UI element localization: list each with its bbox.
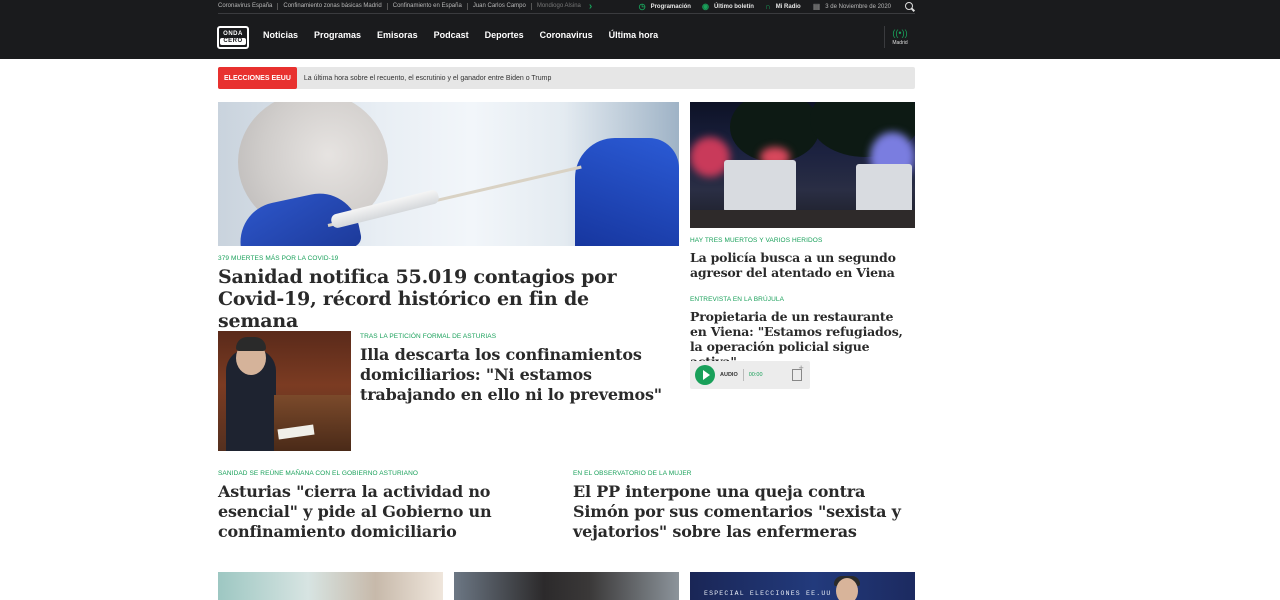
main-article-image[interactable] bbox=[218, 102, 679, 246]
logo-line1: ONDA bbox=[223, 30, 243, 37]
mi-radio-label: Mi Radio bbox=[775, 3, 801, 10]
article-kicker: SANIDAD SE REÚNE MAÑANA CON EL GOBIERNO … bbox=[218, 470, 419, 477]
image-van-shape bbox=[856, 164, 912, 214]
nav-item-noticias[interactable]: Noticias bbox=[263, 30, 298, 40]
main-article-text: 379 MUERTES MÁS POR LA COVID-19 Sanidad … bbox=[218, 255, 679, 332]
article-image[interactable] bbox=[454, 572, 679, 600]
onda-cero-logo[interactable]: ONDA CERO bbox=[217, 26, 249, 49]
audio-label: AUDIO bbox=[720, 372, 738, 378]
nav-item-ultima-hora[interactable]: Última hora bbox=[609, 30, 659, 40]
image-podium-shape bbox=[274, 395, 351, 451]
calendar-icon: ▦ bbox=[812, 2, 821, 11]
play-button[interactable] bbox=[695, 365, 715, 385]
trending-link[interactable]: Confinamiento zonas básicas Madrid bbox=[278, 3, 388, 10]
site-header: Coronavirus España Confinamiento zonas b… bbox=[0, 0, 1280, 59]
article-kicker: EN EL OBSERVATORIO DE LA MUJER bbox=[573, 470, 692, 477]
article-headline[interactable]: Sanidad notifica 55.019 contagios por Co… bbox=[218, 266, 663, 332]
viena2-article-text: ENTREVISTA EN LA BRÚJULA Propietaria de … bbox=[690, 296, 915, 369]
ticker-badge: ELECCIONES EEUU bbox=[218, 67, 297, 89]
trending-link[interactable]: Mondiogo Alsina bbox=[532, 3, 586, 10]
trending-link[interactable]: Coronavirus España bbox=[218, 3, 279, 10]
clock-icon: ◷ bbox=[638, 2, 646, 11]
nav-item-programas[interactable]: Programas bbox=[314, 30, 361, 40]
article-headline[interactable]: Asturias "cierra la actividad no esencia… bbox=[218, 482, 518, 542]
ultimo-boletin-link[interactable]: ◉ Último boletín bbox=[702, 2, 754, 11]
top-bar: Coronavirus España Confinamiento zonas b… bbox=[218, 0, 915, 14]
logo-line2: CERO bbox=[220, 37, 246, 45]
elecciones-special-image[interactable]: ESPECIAL ELECCIONES EE.UU bbox=[690, 572, 915, 600]
article-headline[interactable]: El PP interpone una queja contra Simón p… bbox=[573, 482, 915, 542]
article-image[interactable] bbox=[218, 572, 443, 600]
article-kicker: ENTREVISTA EN LA BRÚJULA bbox=[690, 296, 785, 303]
divider bbox=[742, 369, 744, 381]
programacion-label: Programación bbox=[650, 3, 691, 10]
date-label: 3 de Noviembre de 2020 bbox=[825, 3, 891, 10]
trending-link[interactable]: Juan Carlos Campo bbox=[468, 3, 532, 10]
image-van-shape bbox=[724, 160, 796, 212]
audio-time: 00:00 bbox=[748, 372, 763, 378]
live-radio-button[interactable]: ((•)) Madrid bbox=[884, 26, 915, 48]
image-road-shape bbox=[690, 210, 915, 228]
nav-item-coronavirus[interactable]: Coronavirus bbox=[540, 30, 593, 40]
image-glove-shape bbox=[575, 138, 679, 246]
main-nav: Noticias Programas Emisoras Podcast Depo… bbox=[263, 30, 674, 40]
article-headline[interactable]: Illa descarta los confinamientos domicil… bbox=[360, 345, 675, 405]
radio-station-label: Madrid bbox=[892, 40, 908, 46]
chevron-right-icon[interactable]: › bbox=[589, 1, 592, 12]
broadcast-icon: ((•)) bbox=[892, 28, 908, 38]
article-kicker: TRAS LA PETICIÓN FORMAL DE ASTURIAS bbox=[360, 333, 497, 340]
add-to-playlist-icon[interactable] bbox=[791, 364, 804, 381]
audio-player: AUDIO 00:00 bbox=[690, 361, 810, 389]
programacion-link[interactable]: ◷ Programación bbox=[639, 2, 691, 11]
viena1-article-text: HAY TRES MUERTOS Y VARIOS HERIDOS La pol… bbox=[690, 237, 915, 280]
article-kicker: HAY TRES MUERTOS Y VARIOS HERIDOS bbox=[690, 237, 823, 244]
trending-link[interactable]: Confinamiento en España bbox=[388, 3, 468, 10]
pp-article-text: EN EL OBSERVATORIO DE LA MUJER El PP int… bbox=[573, 470, 915, 542]
ticker-text[interactable]: La última hora sobre el recuento, el esc… bbox=[304, 75, 551, 82]
headphones-icon: ∩ bbox=[764, 2, 771, 11]
article-headline[interactable]: La policía busca a un segundo agresor de… bbox=[690, 250, 912, 280]
article-kicker: 379 MUERTES MÁS POR LA COVID-19 bbox=[218, 255, 339, 262]
article-headline[interactable]: Propietaria de un restaurante en Viena: … bbox=[690, 309, 912, 369]
asturias-article-text: SANIDAD SE REÚNE MAÑANA CON EL GOBIERNO … bbox=[218, 470, 558, 542]
viena-article-image[interactable] bbox=[690, 102, 915, 228]
breaking-ticker[interactable]: ELECCIONES EEUU La última hora sobre el … bbox=[218, 67, 915, 89]
nav-item-deportes[interactable]: Deportes bbox=[485, 30, 524, 40]
ultimo-boletin-label: Último boletín bbox=[713, 3, 754, 10]
special-caption: ESPECIAL ELECCIONES EE.UU bbox=[704, 590, 832, 597]
play-circle-icon: ◉ bbox=[701, 2, 709, 11]
trending-links: Coronavirus España Confinamiento zonas b… bbox=[218, 0, 592, 13]
image-hair-shape bbox=[236, 337, 266, 351]
top-actions: ◷ Programación ◉ Último boletín ∩ Mi Rad… bbox=[628, 0, 915, 13]
nav-item-podcast[interactable]: Podcast bbox=[434, 30, 469, 40]
mi-radio-link[interactable]: ∩ Mi Radio bbox=[765, 2, 801, 11]
image-head-shape bbox=[836, 578, 858, 600]
illa-article-image[interactable] bbox=[218, 331, 351, 451]
illa-article-text: TRAS LA PETICIÓN FORMAL DE ASTURIAS Illa… bbox=[360, 333, 680, 405]
search-icon[interactable] bbox=[905, 1, 915, 12]
nav-item-emisoras[interactable]: Emisoras bbox=[377, 30, 418, 40]
current-date: ▦ 3 de Noviembre de 2020 bbox=[813, 2, 891, 11]
